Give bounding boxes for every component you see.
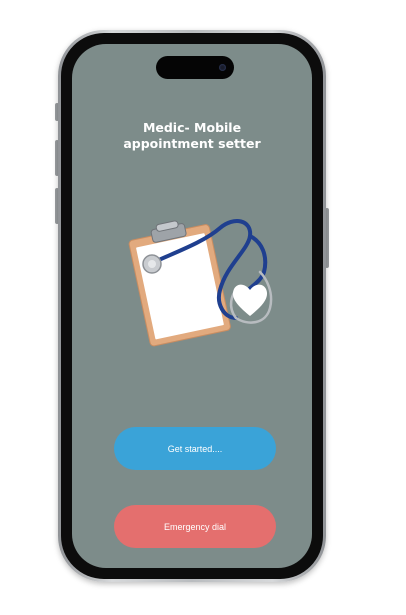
front-camera-icon: [219, 64, 226, 71]
emergency-dial-button[interactable]: Emergency dial: [114, 505, 276, 548]
phone-bezel: Medic- Mobile appointment setter Get sta…: [61, 33, 323, 579]
phone-frame: Medic- Mobile appointment setter Get sta…: [58, 30, 326, 582]
get-started-button[interactable]: Get started....: [114, 427, 276, 470]
clipboard-stethoscope-illustration: [116, 212, 286, 352]
dynamic-island: [156, 56, 234, 79]
page: Medic- Mobile appointment setter Get sta…: [0, 0, 406, 615]
clipboard-stethoscope-icon: [128, 219, 273, 347]
app-title-line-2: appointment setter: [123, 136, 261, 151]
app-screen: Medic- Mobile appointment setter Get sta…: [72, 44, 312, 568]
app-title-line-1: Medic- Mobile: [142, 120, 242, 135]
app-title: Medic- Mobile appointment setter: [72, 120, 312, 152]
